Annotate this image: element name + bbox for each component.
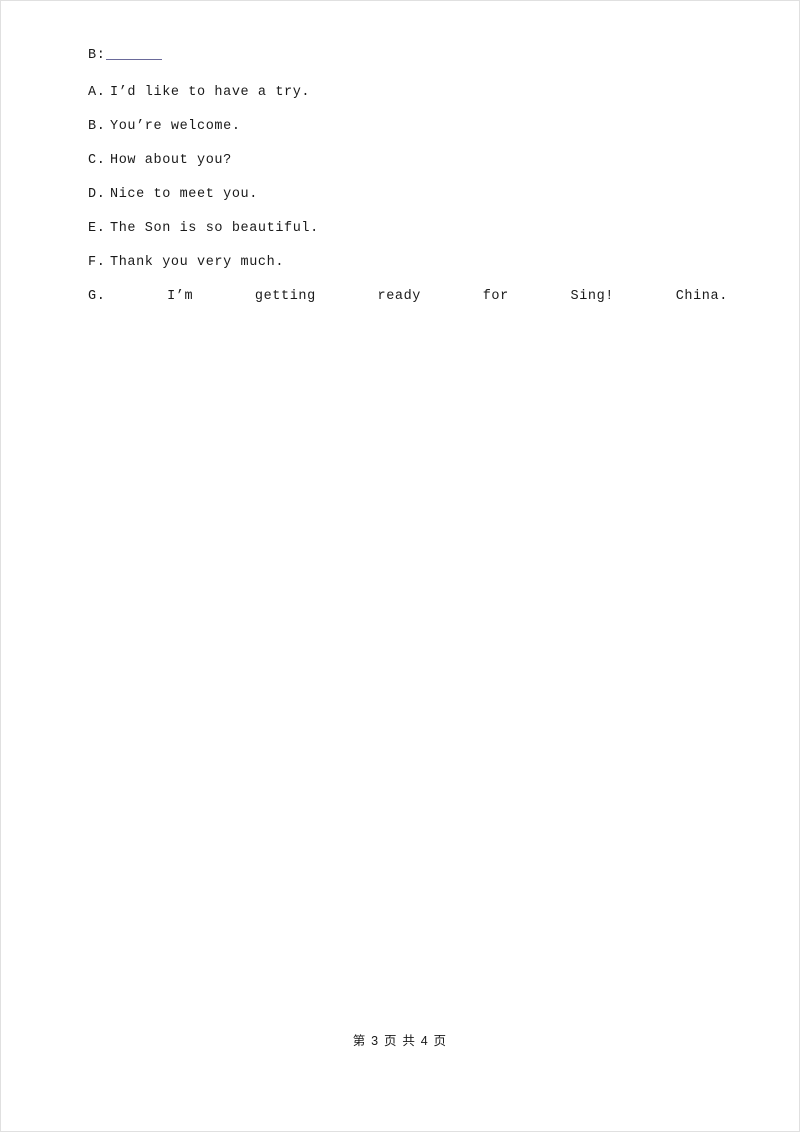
page-footer: 第 3 页 共 4 页	[352, 1034, 448, 1048]
option-g-word-4: for	[482, 289, 509, 304]
option-item-b: B. You’re welcome.	[88, 110, 728, 144]
answer-blank	[106, 46, 163, 60]
option-label-f: F.	[88, 255, 106, 270]
option-item-g: G. I’m getting ready for Sing! China.	[88, 280, 728, 314]
option-text-a: I’d like to have a try.	[110, 85, 311, 100]
document-page: B: A. I’d like to have a try. B. You’re we…	[0, 0, 800, 1132]
dialogue-prompt-line: B:	[88, 42, 728, 70]
document-content: B: A. I’d like to have a try. B. You’re we…	[88, 42, 728, 314]
option-g-word-6: China.	[675, 289, 728, 304]
option-label-a: A.	[88, 85, 106, 100]
option-g-word-1: I’m	[167, 289, 194, 304]
option-item-e: E. The Son is so beautiful.	[88, 212, 728, 246]
option-label-d: D.	[88, 187, 106, 202]
option-label-b: B.	[88, 119, 106, 134]
option-g-word-5: Sing!	[570, 289, 615, 304]
option-label-g: G.	[88, 289, 106, 304]
option-item-c: C. How about you?	[88, 144, 728, 178]
option-text-f: Thank you very much.	[110, 255, 285, 270]
option-item-d: D. Nice to meet you.	[88, 178, 728, 212]
option-item-a: A. I’d like to have a try.	[88, 76, 728, 110]
option-g-word-2: getting	[254, 289, 316, 304]
option-g-word-3: ready	[377, 289, 422, 304]
speaker-label: B:	[88, 48, 106, 63]
option-text-e: The Son is so beautiful.	[110, 221, 319, 236]
page-border-top	[0, 0, 800, 1]
option-label-c: C.	[88, 153, 106, 168]
page-border-left	[0, 0, 1, 1132]
option-text-b: You’re welcome.	[110, 119, 241, 134]
option-text-d: Nice to meet you.	[110, 187, 258, 202]
option-label-e: E.	[88, 221, 106, 236]
option-item-f: F. Thank you very much.	[88, 246, 728, 280]
option-text-c: How about you?	[110, 153, 232, 168]
